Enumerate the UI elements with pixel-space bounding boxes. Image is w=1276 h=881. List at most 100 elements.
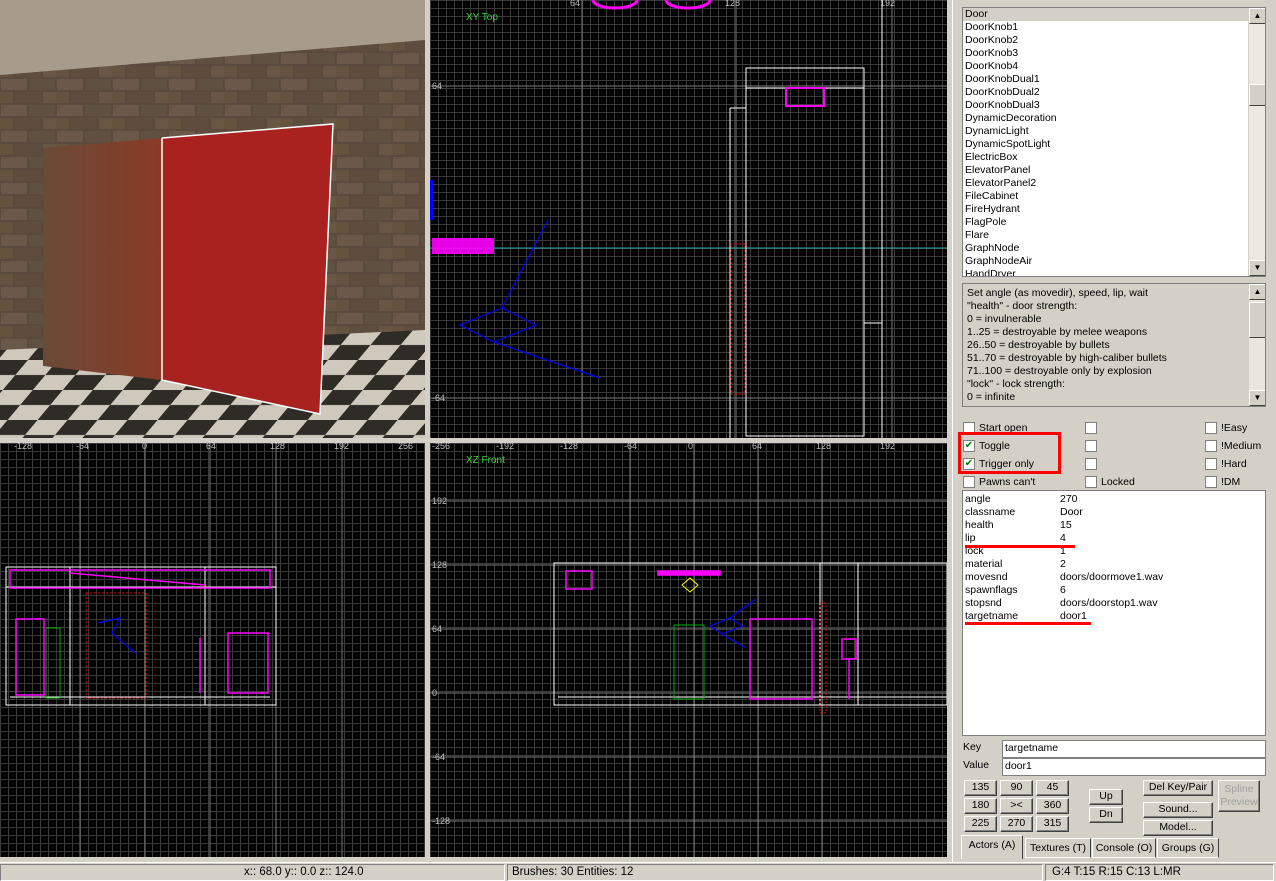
actor-class-item[interactable]: DynamicSpotLight (963, 138, 1265, 151)
front-tick-x2: -192 (496, 443, 515, 451)
property-row[interactable]: spawnflags 6 (965, 584, 1265, 597)
checkbox-box[interactable] (1205, 440, 1217, 452)
actor-class-item[interactable]: DoorKnob2 (963, 34, 1265, 47)
actor-class-item[interactable]: Door (963, 8, 1265, 21)
checkbox-box[interactable] (1085, 440, 1097, 452)
front-grid (430, 443, 947, 857)
side-grid (5, 443, 343, 857)
checkbox-locked[interactable]: Locked (1085, 475, 1135, 489)
checkbox-box[interactable] (963, 476, 975, 488)
actor-class-item[interactable]: GraphNode (963, 242, 1265, 255)
angle-button[interactable]: >< (1000, 798, 1033, 814)
property-row[interactable]: health 15 (965, 519, 1265, 532)
actor-class-list[interactable]: Door DoorKnob1 DoorKnob2 DoorKnob3 DoorKnob4… (962, 7, 1266, 277)
property-row[interactable]: angle 270 (965, 493, 1265, 506)
angle-button[interactable]: 90 (1000, 780, 1033, 796)
side-tick-7: 256 (398, 443, 414, 451)
model-button[interactable]: Model... (1143, 820, 1213, 836)
actor-class-item[interactable]: DoorKnobDual2 (963, 86, 1265, 99)
angle-button[interactable]: 315 (1036, 816, 1069, 832)
property-row[interactable]: material 2 (965, 558, 1265, 571)
front-tick-x1: -256 (432, 443, 451, 451)
property-row[interactable]: movesnd doors/doormove1.wav (965, 571, 1265, 584)
status-coords: x:: 68.0 y:: 0.0 z:: 124.0 (0, 864, 505, 881)
tab-actors[interactable]: Actors (A) (961, 835, 1023, 859)
actor-class-item[interactable]: ElevatorPanel (963, 164, 1265, 177)
checkbox-pawns-cant[interactable]: Pawns can't (963, 475, 1035, 489)
property-list[interactable]: angle 270 classname Door health 15 lip 4 lock 1 ma… (962, 490, 1266, 736)
actor-class-item[interactable]: DoorKnobDual1 (963, 73, 1265, 86)
property-key: spawnflags (965, 584, 1018, 596)
checkbox-medium[interactable]: !Medium (1205, 439, 1261, 453)
value-input[interactable]: door1 (1002, 758, 1266, 776)
actor-class-item[interactable]: FlagPole (963, 216, 1265, 229)
checkbox-label: Locked (1101, 476, 1135, 488)
status-grid: G:4 T:15 R:15 C:13 L:MR (1045, 864, 1274, 881)
actor-class-item[interactable]: DoorKnob4 (963, 60, 1265, 73)
actor-list-scrollbar[interactable]: ▲ ▼ (1248, 8, 1265, 276)
angle-button[interactable]: 360 (1036, 798, 1069, 814)
property-row[interactable]: stopsnd doors/doorstop1.wav (965, 597, 1265, 610)
spline-preview-button[interactable]: Spline Preview (1218, 780, 1260, 812)
actor-class-item[interactable]: ElectricBox (963, 151, 1265, 164)
desc-scroll-up-icon[interactable]: ▲ (1249, 284, 1265, 300)
desc-scroll-thumb[interactable] (1249, 302, 1265, 338)
angle-button[interactable]: 270 (1000, 816, 1033, 832)
checkbox-box[interactable] (1085, 458, 1097, 470)
scroll-thumb[interactable] (1249, 84, 1265, 106)
del-key-pair-button[interactable]: Del Key/Pair (1143, 780, 1213, 796)
checkbox-unlabeled[interactable] (1085, 439, 1101, 453)
tab-console[interactable]: Console (O) (1092, 838, 1156, 858)
tab-groups[interactable]: Groups (G) (1157, 838, 1219, 858)
checkbox-box[interactable] (1205, 458, 1217, 470)
actor-class-item[interactable]: ElevatorPanel2 (963, 177, 1265, 190)
value-label: Value (963, 759, 990, 771)
actor-class-item[interactable]: HandDryer (963, 268, 1265, 276)
perspective-viewport[interactable] (0, 0, 425, 438)
desc-scroll-down-icon[interactable]: ▼ (1249, 390, 1265, 406)
actor-class-item[interactable]: DoorKnobDual3 (963, 99, 1265, 112)
checkbox-unlabeled[interactable] (1085, 457, 1101, 471)
actor-class-item[interactable]: FileCabinet (963, 190, 1265, 203)
angle-button[interactable]: 135 (964, 780, 997, 796)
checkbox-easy[interactable]: !Easy (1205, 421, 1247, 435)
front-tick-y4: 0 (432, 688, 438, 698)
angle-button[interactable]: 180 (964, 798, 997, 814)
side-tick-1: -128 (14, 443, 33, 451)
checkbox-hard[interactable]: !Hard (1205, 457, 1247, 471)
sound-button[interactable]: Sound... (1143, 802, 1213, 818)
checkbox-box[interactable] (1205, 476, 1217, 488)
angle-button[interactable]: 225 (964, 816, 997, 832)
top-grid (430, 0, 947, 438)
top-viewport[interactable]: XY Top 64 128 192 64 -64 (430, 0, 947, 438)
up-button[interactable]: Up (1089, 789, 1123, 805)
angle-button[interactable]: 45 (1036, 780, 1069, 796)
side-viewport[interactable]: -128 -64 0 64 128 192 256 (0, 443, 425, 857)
property-row[interactable]: lip 4 (965, 532, 1265, 545)
actor-class-item[interactable]: DoorKnob3 (963, 47, 1265, 60)
property-key: classname (965, 506, 1016, 518)
checkbox-box[interactable] (1085, 422, 1097, 434)
actor-class-item[interactable]: FireHydrant (963, 203, 1265, 216)
checkbox-dm[interactable]: !DM (1205, 475, 1240, 489)
property-value: doors/doormove1.wav (1060, 571, 1164, 583)
scroll-down-icon[interactable]: ▼ (1249, 260, 1265, 276)
tab-textures[interactable]: Textures (T) (1025, 838, 1091, 858)
actor-class-item[interactable]: DoorKnob1 (963, 21, 1265, 34)
checkbox-box[interactable] (1205, 422, 1217, 434)
front-tick-x7: 128 (816, 443, 832, 451)
description-scrollbar[interactable]: ▲ ▼ (1248, 284, 1265, 406)
front-viewport[interactable]: XZ Front -256 -192 -128 -64 0 64 128 192… (430, 443, 947, 857)
down-button[interactable]: Dn (1089, 807, 1123, 823)
actor-class-item[interactable]: GraphNodeAir (963, 255, 1265, 268)
checkbox-unlabeled[interactable] (1085, 421, 1101, 435)
actor-class-item[interactable]: DynamicDecoration (963, 112, 1265, 125)
checkbox-label: Pawns can't (979, 476, 1036, 488)
key-input[interactable]: targetname (1002, 740, 1266, 758)
property-row[interactable]: classname Door (965, 506, 1265, 519)
property-value: 4 (1060, 532, 1066, 544)
scroll-up-icon[interactable]: ▲ (1249, 8, 1265, 24)
checkbox-box[interactable] (1085, 476, 1097, 488)
actor-class-item[interactable]: DynamicLight (963, 125, 1265, 138)
actor-class-item[interactable]: Flare (963, 229, 1265, 242)
